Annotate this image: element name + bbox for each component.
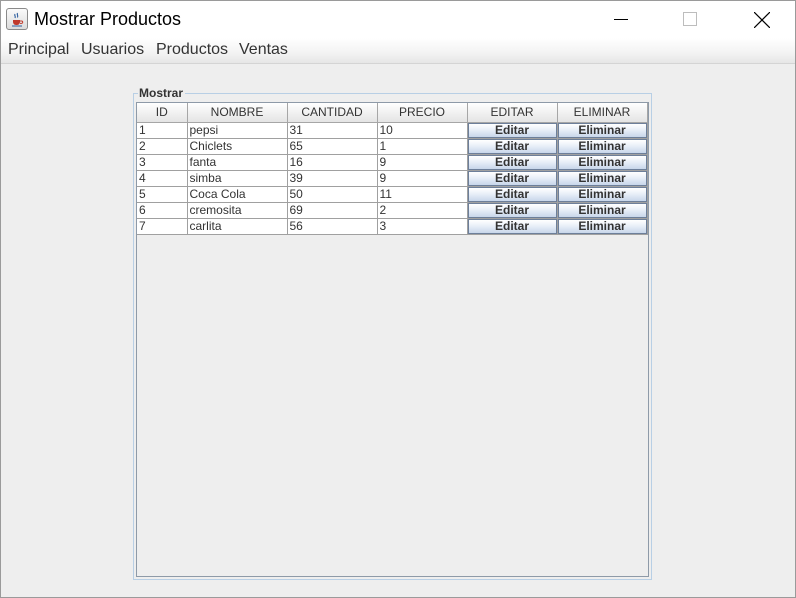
cell-eliminar: Eliminar: [557, 138, 648, 155]
cell-nombre[interactable]: pepsi: [187, 122, 288, 139]
cell-eliminar: Eliminar: [557, 122, 648, 139]
close-button[interactable]: [738, 1, 784, 38]
cell-editar: Editar: [467, 138, 558, 155]
products-table-scrollpane[interactable]: ID NOMBRE CANTIDAD PRECIO EDITAR ELIMINA…: [136, 102, 649, 577]
column-header-precio[interactable]: PRECIO: [377, 103, 468, 123]
edit-button[interactable]: Editar: [467, 218, 556, 233]
cell-nombre[interactable]: cremosita: [187, 202, 288, 219]
panel-legend: Mostrar: [138, 86, 186, 100]
table-row[interactable]: 3 fanta 16 9 Editar Eliminar: [137, 154, 648, 171]
cell-nombre[interactable]: Coca Cola: [187, 186, 288, 203]
close-icon: [754, 12, 770, 28]
cell-precio[interactable]: 10: [377, 122, 468, 139]
cell-id[interactable]: 4: [137, 170, 188, 187]
cell-eliminar: Eliminar: [557, 186, 648, 203]
delete-button[interactable]: Eliminar: [557, 154, 646, 169]
table-row[interactable]: 5 Coca Cola 50 11 Editar Eliminar: [137, 186, 648, 203]
window-title: Mostrar Productos: [34, 9, 182, 29]
cell-eliminar: Eliminar: [557, 218, 648, 235]
maximize-button[interactable]: [667, 1, 713, 38]
column-header-editar[interactable]: EDITAR: [467, 103, 558, 123]
java-coffee-icon[interactable]: [6, 8, 28, 30]
cell-eliminar: Eliminar: [557, 154, 648, 171]
edit-button[interactable]: Editar: [467, 186, 556, 201]
maximize-icon: [683, 12, 697, 26]
menu-ventas[interactable]: Ventas: [239, 41, 288, 59]
cell-id[interactable]: 3: [137, 154, 188, 171]
delete-button[interactable]: Eliminar: [557, 138, 646, 153]
edit-button[interactable]: Editar: [467, 122, 556, 137]
table-row[interactable]: 1 pepsi 31 10 Editar Eliminar: [137, 122, 648, 139]
column-header-nombre[interactable]: NOMBRE: [187, 103, 288, 123]
cell-precio[interactable]: 2: [377, 202, 468, 219]
menu-usuarios[interactable]: Usuarios: [81, 41, 144, 59]
cell-editar: Editar: [467, 170, 558, 187]
cell-cantidad[interactable]: 39: [287, 170, 378, 187]
table-header-row: ID NOMBRE CANTIDAD PRECIO EDITAR ELIMINA…: [137, 103, 648, 123]
table-row[interactable]: 7 carlita 56 3 Editar Eliminar: [137, 218, 648, 235]
cell-editar: Editar: [467, 154, 558, 171]
table-row[interactable]: 6 cremosita 69 2 Editar Eliminar: [137, 202, 648, 219]
products-table: ID NOMBRE CANTIDAD PRECIO EDITAR ELIMINA…: [137, 103, 648, 235]
cell-nombre[interactable]: simba: [187, 170, 288, 187]
cell-id[interactable]: 1: [137, 122, 188, 139]
delete-button[interactable]: Eliminar: [557, 202, 646, 217]
edit-button[interactable]: Editar: [467, 138, 556, 153]
cell-nombre[interactable]: carlita: [187, 218, 288, 235]
delete-button[interactable]: Eliminar: [557, 186, 646, 201]
column-header-id[interactable]: ID: [137, 103, 188, 123]
edit-button[interactable]: Editar: [467, 154, 556, 169]
cell-precio[interactable]: 11: [377, 186, 468, 203]
cell-id[interactable]: 7: [137, 218, 188, 235]
cell-id[interactable]: 6: [137, 202, 188, 219]
cell-cantidad[interactable]: 31: [287, 122, 378, 139]
menu-principal[interactable]: Principal: [8, 41, 69, 59]
table-row[interactable]: 4 simba 39 9 Editar Eliminar: [137, 170, 648, 187]
cell-eliminar: Eliminar: [557, 170, 648, 187]
cell-cantidad[interactable]: 56: [287, 218, 378, 235]
cell-precio[interactable]: 1: [377, 138, 468, 155]
minimize-button[interactable]: [598, 1, 644, 38]
delete-button[interactable]: Eliminar: [557, 122, 646, 137]
menu-bar: Principal Usuarios Productos Ventas: [1, 38, 795, 64]
cell-precio[interactable]: 9: [377, 154, 468, 171]
cell-cantidad[interactable]: 16: [287, 154, 378, 171]
edit-button[interactable]: Editar: [467, 202, 556, 217]
cell-nombre[interactable]: Chiclets: [187, 138, 288, 155]
title-bar[interactable]: Mostrar Productos: [1, 1, 795, 38]
cell-cantidad[interactable]: 50: [287, 186, 378, 203]
column-header-eliminar[interactable]: ELIMINAR: [557, 103, 648, 123]
column-header-cantidad[interactable]: CANTIDAD: [287, 103, 378, 123]
table-row[interactable]: 2 Chiclets 65 1 Editar Eliminar: [137, 138, 648, 155]
minimize-icon: [614, 19, 628, 20]
cell-editar: Editar: [467, 218, 558, 235]
delete-button[interactable]: Eliminar: [557, 170, 646, 185]
cell-editar: Editar: [467, 186, 558, 203]
cell-cantidad[interactable]: 69: [287, 202, 378, 219]
cell-eliminar: Eliminar: [557, 202, 648, 219]
cell-precio[interactable]: 9: [377, 170, 468, 187]
cell-id[interactable]: 2: [137, 138, 188, 155]
cell-cantidad[interactable]: 65: [287, 138, 378, 155]
menu-productos[interactable]: Productos: [156, 41, 228, 59]
cell-editar: Editar: [467, 202, 558, 219]
delete-button[interactable]: Eliminar: [557, 218, 646, 233]
cell-id[interactable]: 5: [137, 186, 188, 203]
edit-button[interactable]: Editar: [467, 170, 556, 185]
cell-precio[interactable]: 3: [377, 218, 468, 235]
cell-nombre[interactable]: fanta: [187, 154, 288, 171]
cell-editar: Editar: [467, 122, 558, 139]
